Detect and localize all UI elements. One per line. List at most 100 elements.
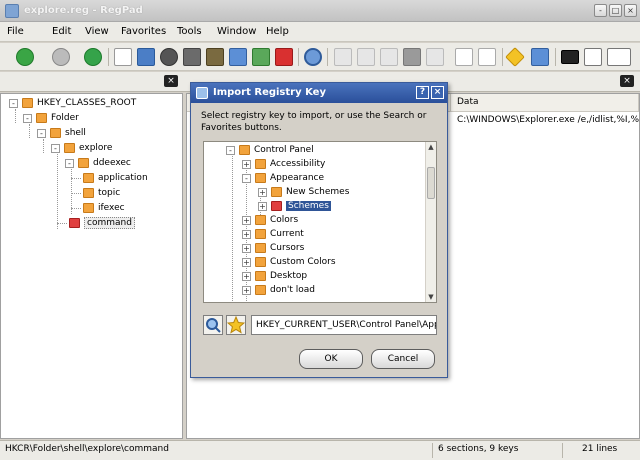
- dialog-tree-scrollbar[interactable]: ▲ ▼: [425, 142, 436, 302]
- search-button[interactable]: [203, 315, 223, 335]
- favorites-icon[interactable]: [505, 47, 525, 67]
- collapse-icon[interactable]: -: [51, 143, 60, 153]
- refresh-icon[interactable]: [84, 48, 102, 66]
- tile-icon[interactable]: [584, 48, 602, 66]
- key-path-input[interactable]: HKEY_CURRENT_USER\Control Panel\Appearan…: [251, 315, 437, 335]
- column-header-data[interactable]: Data: [451, 94, 639, 112]
- tree-node[interactable]: ifexec: [83, 201, 125, 215]
- tree-node[interactable]: - ddeexec: [65, 156, 131, 170]
- new-icon[interactable]: [114, 48, 132, 66]
- dialog-close-button[interactable]: ×: [431, 86, 444, 99]
- close-icon[interactable]: [160, 48, 178, 66]
- star-icon: [226, 315, 246, 334]
- folder-icon: [255, 229, 266, 239]
- scroll-thumb[interactable]: [427, 167, 435, 199]
- close-pane-right-icon[interactable]: ×: [620, 75, 634, 87]
- minimize-button[interactable]: -: [594, 4, 607, 17]
- menu-file[interactable]: File: [7, 26, 24, 37]
- dialog-key-tree[interactable]: - Control Panel + Accessibility - Appearanc…: [203, 141, 437, 303]
- expand-icon[interactable]: +: [258, 187, 267, 197]
- cancel-button[interactable]: Cancel: [371, 349, 435, 369]
- menu-help[interactable]: Help: [266, 26, 289, 37]
- export-icon[interactable]: [252, 48, 270, 66]
- stop-icon[interactable]: [275, 48, 293, 66]
- search-icon: [206, 318, 221, 333]
- menu-window[interactable]: Window: [217, 26, 256, 37]
- tree-node-selected[interactable]: command: [69, 216, 135, 230]
- expand-icon[interactable]: +: [242, 215, 251, 225]
- expand-icon[interactable]: +: [242, 271, 251, 281]
- search-icon[interactable]: [304, 48, 322, 66]
- menu-view[interactable]: View: [85, 26, 109, 37]
- collapse-icon[interactable]: -: [37, 128, 46, 138]
- ok-button[interactable]: OK: [299, 349, 363, 369]
- tree-node[interactable]: topic: [83, 186, 120, 200]
- favorites-button[interactable]: [226, 315, 246, 335]
- folder-icon: [255, 173, 266, 183]
- folder-icon: [83, 188, 94, 198]
- status-path: HKCR\Folder\shell\explore\command: [5, 444, 169, 454]
- collapse-icon[interactable]: -: [65, 158, 74, 168]
- expand-icon[interactable]: +: [242, 159, 251, 169]
- dialog-tree-node-selected[interactable]: + Schemes: [258, 199, 331, 213]
- new-value-icon[interactable]: [478, 48, 496, 66]
- layout-icon[interactable]: [607, 48, 631, 66]
- close-pane-icon[interactable]: ×: [164, 75, 178, 87]
- folder-icon: [255, 243, 266, 253]
- dialog-tree-node[interactable]: + Desktop: [242, 269, 307, 283]
- tree-node[interactable]: - HKEY_CLASSES_ROOT: [9, 96, 136, 110]
- dialog-tree-node[interactable]: + Accessibility: [242, 157, 325, 171]
- dialog-tree-node[interactable]: + Custom Colors: [242, 255, 336, 269]
- folder-icon: [271, 201, 282, 211]
- undo-icon[interactable]: [426, 48, 444, 66]
- copy-icon[interactable]: [357, 48, 375, 66]
- scroll-down-icon[interactable]: ▼: [426, 292, 436, 302]
- open-icon[interactable]: [137, 48, 155, 66]
- tree-node[interactable]: - shell: [37, 126, 86, 140]
- import-icon[interactable]: [229, 48, 247, 66]
- expand-icon[interactable]: +: [242, 285, 251, 295]
- expand-icon[interactable]: +: [258, 201, 267, 211]
- folder-icon: [64, 143, 75, 153]
- data-value[interactable]: C:\WINDOWS\Explorer.exe /e,/idlist,%I,%: [457, 115, 639, 125]
- close-window-button[interactable]: ×: [624, 4, 637, 17]
- forward-icon[interactable]: [52, 48, 70, 66]
- folder-icon: [50, 128, 61, 138]
- tree-node[interactable]: application: [83, 171, 148, 185]
- dialog-tree-node[interactable]: + don't load: [242, 283, 315, 297]
- collapse-icon[interactable]: -: [242, 173, 251, 183]
- regpad-app-icon: [5, 4, 19, 18]
- dialog-tree-node[interactable]: + New Schemes: [258, 185, 349, 199]
- maximize-button[interactable]: □: [609, 4, 622, 17]
- title-bar: explore.reg - RegPad - □ ×: [0, 0, 640, 22]
- paste-icon[interactable]: [380, 48, 398, 66]
- expand-icon[interactable]: +: [242, 257, 251, 267]
- dialog-tree-node[interactable]: - Appearance: [242, 171, 324, 185]
- collapse-icon[interactable]: -: [226, 145, 235, 155]
- collapse-icon[interactable]: -: [9, 98, 18, 108]
- collapse-icon[interactable]: -: [23, 113, 32, 123]
- dialog-tree-node[interactable]: + Current: [242, 227, 304, 241]
- cut-icon[interactable]: [334, 48, 352, 66]
- dialog-tree-node[interactable]: + Cursors: [242, 241, 304, 255]
- dialog-tree-node[interactable]: - Control Panel: [226, 143, 314, 157]
- dialog-tree-node[interactable]: + Colors: [242, 213, 298, 227]
- menu-edit[interactable]: Edit: [52, 26, 71, 37]
- scroll-up-icon[interactable]: ▲: [426, 142, 436, 152]
- back-icon[interactable]: [16, 48, 34, 66]
- menu-tools[interactable]: Tools: [177, 26, 202, 37]
- save-all-icon[interactable]: [206, 48, 224, 66]
- dialog-instructions: Select registry key to import, or use th…: [201, 111, 427, 133]
- expand-icon[interactable]: +: [242, 229, 251, 239]
- close-tab-icon[interactable]: [561, 50, 579, 64]
- delete-icon[interactable]: [403, 48, 421, 66]
- save-icon[interactable]: [183, 48, 201, 66]
- folder-icon: [69, 218, 80, 228]
- tree-node[interactable]: - explore: [51, 141, 112, 155]
- dialog-help-button[interactable]: ?: [416, 86, 429, 99]
- new-key-icon[interactable]: [455, 48, 473, 66]
- menu-favorites[interactable]: Favorites: [121, 26, 166, 37]
- import-favorites-icon[interactable]: [531, 48, 549, 66]
- tree-node[interactable]: - Folder: [23, 111, 79, 125]
- expand-icon[interactable]: +: [242, 243, 251, 253]
